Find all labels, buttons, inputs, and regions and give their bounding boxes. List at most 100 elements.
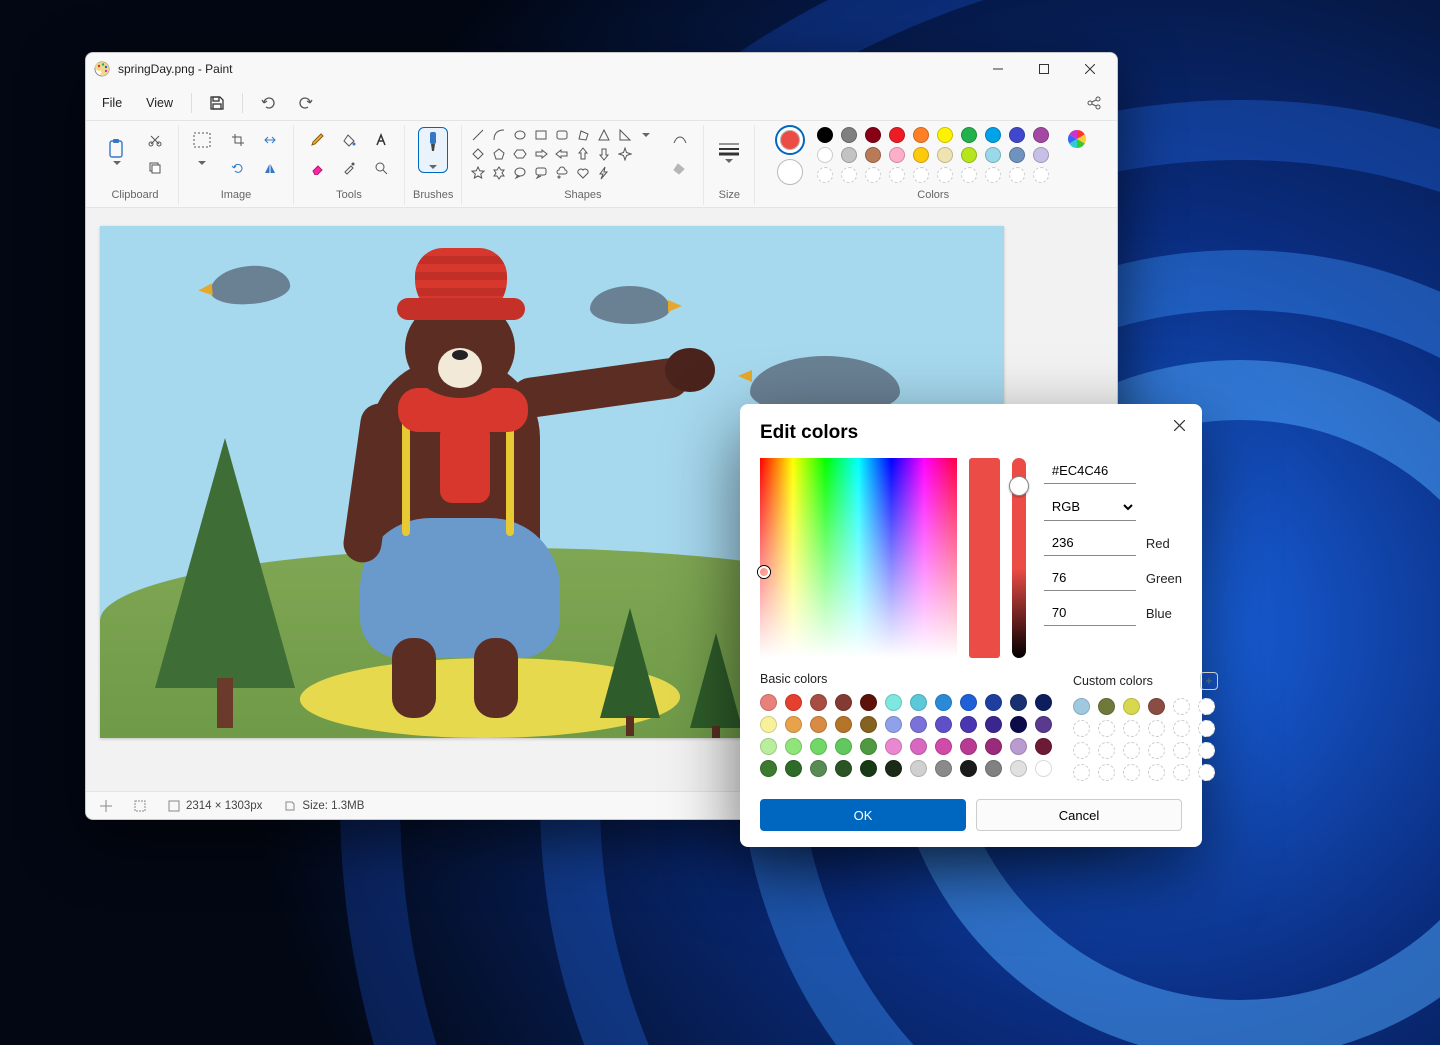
basic-color-swatch[interactable] — [810, 716, 827, 733]
copy-button[interactable] — [140, 155, 170, 181]
basic-color-swatch[interactable] — [885, 694, 902, 711]
basic-color-swatch[interactable] — [910, 716, 927, 733]
cut-button[interactable] — [140, 127, 170, 153]
shape-curve-icon[interactable] — [491, 127, 507, 143]
color-1-swatch[interactable] — [777, 127, 803, 153]
basic-color-swatch[interactable] — [885, 716, 902, 733]
basic-color-swatch[interactable] — [810, 760, 827, 777]
custom-color-swatch[interactable] — [1123, 698, 1140, 715]
lightness-thumb[interactable] — [1009, 476, 1029, 496]
close-button[interactable] — [1067, 53, 1113, 85]
hex-input[interactable] — [1044, 458, 1136, 484]
palette-swatch[interactable] — [817, 147, 833, 163]
custom-color-empty[interactable] — [1098, 720, 1115, 737]
shape-pent-icon[interactable] — [491, 146, 507, 162]
palette-swatch-empty[interactable] — [889, 167, 905, 183]
gradient-cursor[interactable] — [758, 566, 770, 578]
pencil-tool[interactable] — [302, 127, 332, 153]
shape-heart-icon[interactable] — [575, 165, 591, 181]
custom-color-empty[interactable] — [1173, 764, 1190, 781]
basic-color-swatch[interactable] — [960, 760, 977, 777]
shape-cloudcall-icon[interactable] — [554, 165, 570, 181]
custom-color-empty[interactable] — [1148, 742, 1165, 759]
custom-color-empty[interactable] — [1198, 742, 1215, 759]
basic-color-swatch[interactable] — [910, 694, 927, 711]
blue-input[interactable] — [1044, 600, 1136, 626]
basic-color-swatch[interactable] — [760, 694, 777, 711]
shape-outline-button[interactable] — [665, 127, 695, 153]
basic-color-swatch[interactable] — [1035, 760, 1052, 777]
size-button[interactable] — [712, 127, 746, 177]
custom-color-empty[interactable] — [1098, 742, 1115, 759]
shapes-more-icon[interactable] — [638, 127, 654, 143]
basic-color-swatch[interactable] — [810, 694, 827, 711]
basic-color-swatch[interactable] — [985, 760, 1002, 777]
basic-color-swatch[interactable] — [785, 716, 802, 733]
select-dropdown[interactable] — [187, 155, 217, 171]
shape-line-icon[interactable] — [470, 127, 486, 143]
flip-button[interactable] — [255, 155, 285, 181]
shapes-gallery[interactable] — [470, 127, 655, 181]
basic-color-swatch[interactable] — [1010, 694, 1027, 711]
shape-rectcall-icon[interactable] — [533, 165, 549, 181]
basic-color-swatch[interactable] — [760, 738, 777, 755]
custom-color-empty[interactable] — [1173, 742, 1190, 759]
palette-swatch[interactable] — [937, 147, 953, 163]
custom-color-empty[interactable] — [1123, 742, 1140, 759]
text-tool[interactable] — [366, 127, 396, 153]
palette-swatch[interactable] — [1009, 127, 1025, 143]
basic-color-swatch[interactable] — [785, 760, 802, 777]
edit-colors-button[interactable] — [1065, 127, 1089, 151]
rotate-button[interactable] — [223, 155, 253, 181]
basic-color-swatch[interactable] — [1035, 716, 1052, 733]
lightness-slider[interactable] — [1012, 458, 1026, 658]
palette-swatch[interactable] — [841, 127, 857, 143]
palette-swatch[interactable] — [937, 127, 953, 143]
shape-oval-icon[interactable] — [512, 127, 528, 143]
shape-arrowd-icon[interactable] — [596, 146, 612, 162]
eraser-tool[interactable] — [302, 155, 332, 181]
basic-color-swatch[interactable] — [835, 716, 852, 733]
custom-color-empty[interactable] — [1073, 742, 1090, 759]
paste-button[interactable] — [100, 127, 134, 177]
palette-swatch[interactable] — [1009, 147, 1025, 163]
shape-diamond-icon[interactable] — [470, 146, 486, 162]
basic-color-swatch[interactable] — [1010, 738, 1027, 755]
shape-4star-icon[interactable] — [617, 146, 633, 162]
color-mode-select[interactable]: RGB — [1044, 493, 1136, 521]
shape-hex-icon[interactable] — [512, 146, 528, 162]
custom-color-empty[interactable] — [1198, 764, 1215, 781]
custom-color-empty[interactable] — [1073, 720, 1090, 737]
green-input[interactable] — [1044, 565, 1136, 591]
basic-color-swatch[interactable] — [760, 716, 777, 733]
basic-color-swatch[interactable] — [960, 694, 977, 711]
fill-tool[interactable] — [334, 127, 364, 153]
basic-color-swatch[interactable] — [1035, 694, 1052, 711]
custom-color-empty[interactable] — [1198, 698, 1215, 715]
save-button[interactable] — [200, 88, 234, 118]
shape-polygon-icon[interactable] — [575, 127, 591, 143]
palette-swatch[interactable] — [889, 127, 905, 143]
add-custom-color-button[interactable]: + — [1200, 672, 1218, 690]
select-button[interactable] — [187, 127, 217, 153]
ok-button[interactable]: OK — [760, 799, 966, 831]
basic-color-swatch[interactable] — [985, 738, 1002, 755]
basic-color-swatch[interactable] — [860, 760, 877, 777]
basic-color-swatch[interactable] — [835, 694, 852, 711]
custom-color-empty[interactable] — [1148, 764, 1165, 781]
menu-file[interactable]: File — [92, 90, 132, 116]
basic-color-swatch[interactable] — [860, 716, 877, 733]
palette-swatch[interactable] — [817, 127, 833, 143]
basic-color-swatch[interactable] — [885, 738, 902, 755]
palette-swatch[interactable] — [1033, 127, 1049, 143]
custom-color-swatch[interactable] — [1073, 698, 1090, 715]
palette-swatch-empty[interactable] — [961, 167, 977, 183]
minimize-button[interactable] — [975, 53, 1021, 85]
palette-swatch-empty[interactable] — [841, 167, 857, 183]
custom-color-swatch[interactable] — [1098, 698, 1115, 715]
shape-arrowl-icon[interactable] — [554, 146, 570, 162]
shape-6star-icon[interactable] — [491, 165, 507, 181]
shape-arrowu-icon[interactable] — [575, 146, 591, 162]
basic-color-swatch[interactable] — [985, 694, 1002, 711]
custom-color-empty[interactable] — [1148, 720, 1165, 737]
